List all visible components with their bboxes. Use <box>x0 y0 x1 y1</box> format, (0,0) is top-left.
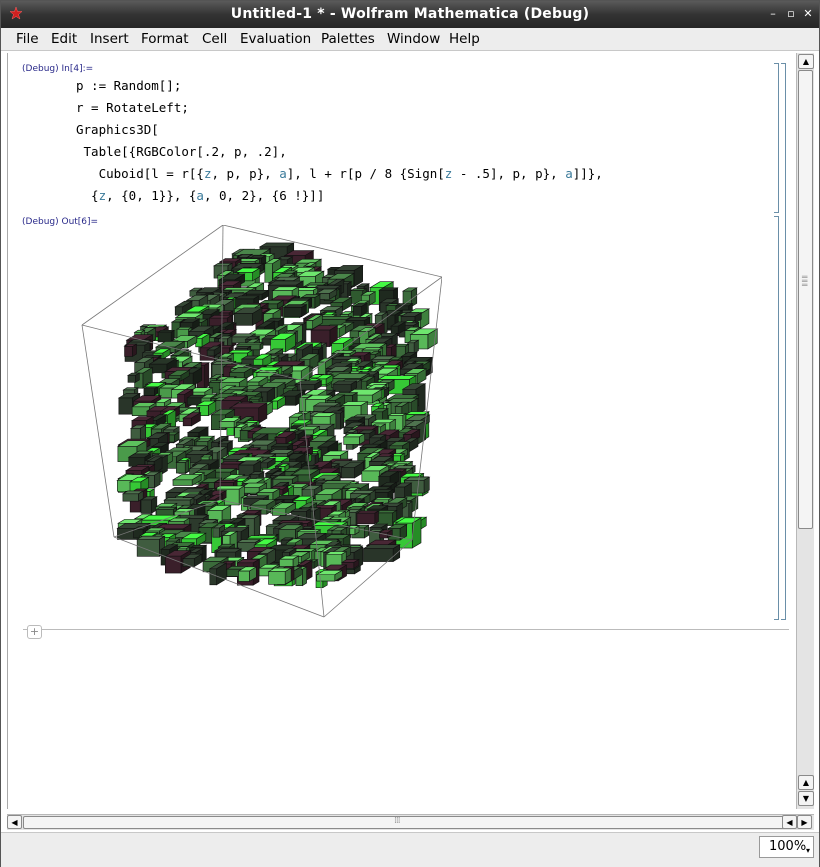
menu-edit[interactable]: Edit <box>51 31 77 47</box>
menu-bar: File Edit Insert Format Cell Evaluation … <box>1 28 819 51</box>
menu-evaluation[interactable]: Evaluation <box>240 31 311 47</box>
close-button[interactable]: ✕ <box>802 7 814 21</box>
notebook-area[interactable]: (Debug) In[4]:= p := Random[]; r = Rotat… <box>7 53 795 809</box>
vertical-scroll-thumb[interactable]: ═ ═ ═ <box>798 70 813 529</box>
cuboid-face <box>176 462 186 474</box>
title-bar: Untitled-1 * - Wolfram Mathematica (Debu… <box>1 1 819 28</box>
cuboid-face <box>274 437 287 445</box>
cuboid-cluster <box>116 242 439 589</box>
menu-palettes[interactable]: Palettes <box>321 31 375 47</box>
cuboid-face <box>221 287 257 291</box>
code-line-2[interactable]: r = RotateLeft; <box>76 100 189 115</box>
scroll-left-icon[interactable]: ◀ <box>7 815 22 829</box>
cuboid-face <box>341 467 355 479</box>
cuboid-face <box>246 535 278 539</box>
cuboid-face <box>163 497 196 501</box>
cuboid-face <box>164 555 182 574</box>
scroll-up-icon[interactable]: ▲ <box>798 775 814 790</box>
cuboid-face <box>140 499 152 514</box>
scroll-up-icon[interactable]: ▲ <box>798 54 814 69</box>
cuboid-face <box>302 566 307 587</box>
code-line-3[interactable]: Graphics3D[ <box>76 122 159 137</box>
cuboid-face <box>411 517 422 549</box>
cuboid-face <box>132 343 137 358</box>
cuboid-face <box>203 362 210 390</box>
cuboid-face <box>260 462 268 469</box>
graphics3d-output[interactable] <box>72 225 442 620</box>
horizontal-scrollbar[interactable]: ◀ ⁞⁞⁞ ◀ ▶ <box>7 814 814 830</box>
cuboid-face <box>340 410 345 430</box>
cuboid-face <box>206 349 215 357</box>
zoom-selector[interactable]: 100% ▾ <box>759 836 814 858</box>
cuboid-face <box>356 512 376 525</box>
cuboid-face <box>124 346 133 357</box>
horizontal-scroll-thumb[interactable]: ⁞⁞⁞ <box>23 816 788 829</box>
cuboid-face <box>374 510 379 525</box>
menu-format[interactable]: Format <box>141 31 189 47</box>
zoom-value: 100% <box>769 839 807 854</box>
maximize-button[interactable]: ▫ <box>785 7 797 21</box>
cuboid-face <box>184 459 189 474</box>
mathematica-window: Untitled-1 * - Wolfram Mathematica (Debu… <box>0 0 820 867</box>
cell-insertion-line <box>23 629 789 630</box>
code-line-6[interactable]: {z, {0, 1}}, {a, 0, 2}, {6 !}]] <box>76 188 324 203</box>
status-bar: 100% ▾ <box>1 832 819 867</box>
cuboid-face <box>343 436 360 445</box>
cuboid-face <box>332 383 352 392</box>
grip-icon: ═ ═ ═ <box>802 273 808 291</box>
cuboid-face <box>305 320 313 330</box>
insert-cell-button[interactable]: + <box>27 625 42 639</box>
cuboid-face <box>118 397 133 415</box>
menu-help[interactable]: Help <box>449 31 480 47</box>
code-line-4[interactable]: Table[{RGBColor[.2, p, .2], <box>76 144 287 159</box>
cuboid-face <box>364 524 369 539</box>
cuboid-face <box>361 470 380 482</box>
cuboid-face <box>122 493 139 502</box>
cuboid-face <box>172 479 193 486</box>
cuboid-face <box>201 544 207 562</box>
vertical-scrollbar[interactable]: ▲ ═ ═ ═ ▲ ▼ <box>796 53 814 809</box>
input-cell-bracket[interactable] <box>774 63 779 213</box>
chevron-down-icon: ▾ <box>805 846 810 855</box>
window-title: Untitled-1 * - Wolfram Mathematica (Debu… <box>230 6 590 22</box>
cuboid-face <box>209 568 217 586</box>
cuboid-face <box>233 313 253 326</box>
menu-cell[interactable]: Cell <box>202 31 227 47</box>
cuboid-face <box>423 476 430 494</box>
cuboid-face <box>283 307 302 317</box>
scroll-down-icon[interactable]: ▼ <box>798 791 814 806</box>
cuboid-face <box>182 417 192 427</box>
cuboid-face <box>143 388 155 396</box>
cuboid-face <box>363 548 394 562</box>
menu-insert[interactable]: Insert <box>90 31 129 47</box>
cuboid-face <box>408 501 413 520</box>
scroll-left-icon[interactable]: ◀ <box>782 815 797 829</box>
cuboid-face <box>212 527 220 538</box>
group-cell-bracket[interactable] <box>781 63 786 620</box>
output-cell-bracket[interactable] <box>774 216 779 620</box>
minimize-button[interactable]: – <box>767 7 779 21</box>
cuboid-face <box>219 421 235 428</box>
box-edge <box>81 324 115 538</box>
scroll-right-icon[interactable]: ▶ <box>797 815 812 829</box>
cuboid-face <box>127 375 136 383</box>
code-line-1[interactable]: p := Random[]; <box>76 78 181 93</box>
cuboid-face <box>294 384 316 391</box>
code-line-5[interactable]: Cuboid[l = r[{z, p, p}, a], l + r[p / 8 … <box>76 166 603 181</box>
cuboid-face <box>413 339 419 354</box>
cuboid-face <box>238 570 250 582</box>
cuboid-face <box>352 306 362 316</box>
cuboid-face <box>268 571 286 585</box>
cuboid-face <box>157 331 172 343</box>
grip-icon: ⁞⁞⁞ <box>394 816 401 826</box>
menu-file[interactable]: File <box>16 31 39 47</box>
menu-window[interactable]: Window <box>387 31 440 47</box>
input-cell-label: (Debug) In[4]:= <box>22 64 94 74</box>
cuboid-face <box>136 539 160 557</box>
cuboid-face <box>264 263 273 283</box>
